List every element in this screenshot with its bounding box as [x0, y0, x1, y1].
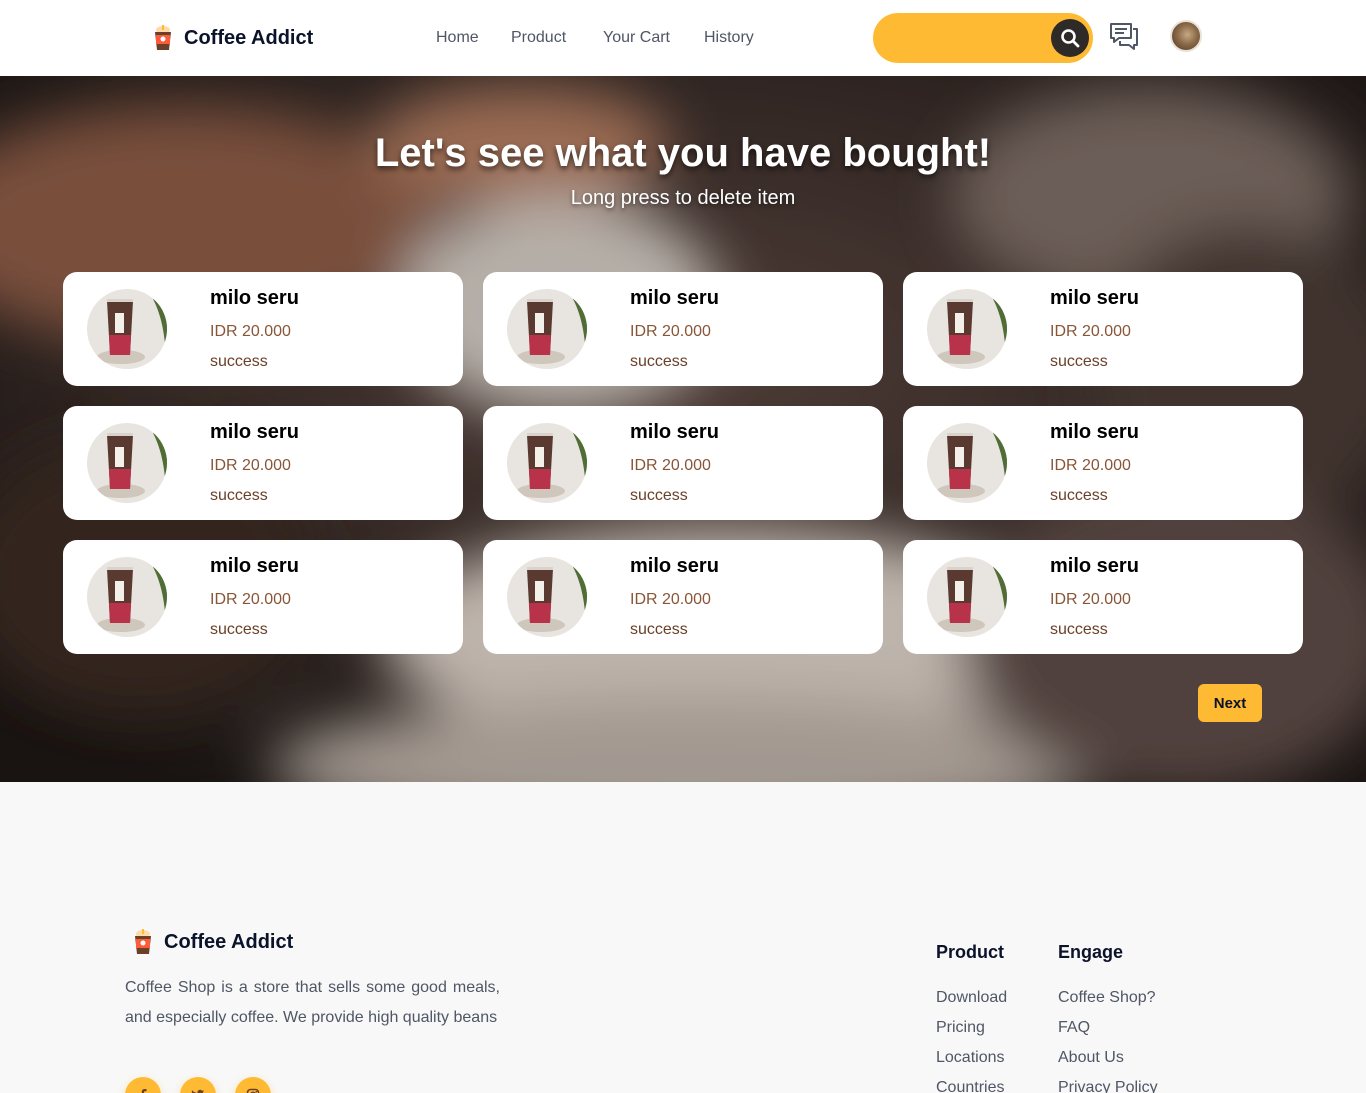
history-card[interactable]: milo seru IDR 20.000 success: [483, 272, 883, 386]
instagram-icon[interactable]: [235, 1077, 271, 1093]
page-title: Let's see what you have bought!: [374, 131, 992, 175]
product-image: [507, 289, 587, 369]
product-image: [87, 289, 167, 369]
order-status: success: [210, 621, 268, 638]
avatar[interactable]: [1170, 20, 1202, 52]
footer-link-faq[interactable]: FAQ: [1058, 1013, 1158, 1043]
product-price: IDR 20.000: [210, 323, 291, 340]
order-status: success: [1050, 353, 1108, 370]
product-name: milo seru: [210, 421, 299, 443]
footer-brand-name: Coffee Addict: [164, 930, 294, 953]
footer-description: Coffee Shop is a store that sells some g…: [125, 979, 500, 1026]
footer-column-title: Engage: [1058, 942, 1124, 962]
order-status: success: [630, 487, 688, 504]
order-status: success: [630, 621, 688, 638]
product-name: milo seru: [210, 287, 299, 309]
brand[interactable]: Coffee Addict: [150, 24, 313, 52]
product-image: [507, 557, 587, 637]
search-icon: [1061, 29, 1080, 48]
twitter-icon[interactable]: [180, 1077, 216, 1093]
footer-link-coffee-shop[interactable]: Coffee Shop?: [1058, 983, 1158, 1013]
footer-link-privacy-policy[interactable]: Privacy Policy: [1058, 1073, 1158, 1093]
footer-link-countries[interactable]: Countries: [936, 1073, 1007, 1093]
product-price: IDR 20.000: [630, 591, 711, 608]
nav-product[interactable]: Product: [511, 29, 566, 47]
coffee-cup-logo-icon: [155, 25, 171, 50]
footer-link-pricing[interactable]: Pricing: [936, 1013, 1007, 1043]
product-price: IDR 20.000: [630, 457, 711, 474]
order-status: success: [210, 353, 268, 370]
product-name: milo seru: [630, 555, 719, 577]
next-button[interactable]: Next: [1198, 684, 1262, 722]
order-status: success: [630, 353, 688, 370]
facebook-icon[interactable]: [125, 1077, 161, 1093]
product-image: [927, 423, 1007, 503]
product-name: milo seru: [630, 421, 719, 443]
social-links: [125, 1077, 271, 1093]
product-price: IDR 20.000: [1050, 457, 1131, 474]
product-image: [87, 423, 167, 503]
footer-brand[interactable]: Coffee Addict: [130, 928, 293, 956]
history-list: milo seru IDR 20.000 success milo seru IDR 2…: [63, 272, 1303, 654]
history-card[interactable]: milo seru IDR 20.000 success: [63, 272, 463, 386]
product-image: [927, 289, 1007, 369]
product-name: milo seru: [630, 287, 719, 309]
product-image: [507, 423, 587, 503]
history-card[interactable]: milo seru IDR 20.000 success: [903, 406, 1303, 520]
history-card[interactable]: milo seru IDR 20.000 success: [63, 406, 463, 520]
footer-column-title: Product: [936, 942, 1005, 962]
chat-icon[interactable]: [1107, 20, 1141, 54]
footer-column-engage: Engage Coffee Shop? FAQ About Us Privacy…: [1058, 942, 1158, 1093]
product-price: IDR 20.000: [1050, 323, 1131, 340]
order-status: success: [1050, 621, 1108, 638]
nav-history[interactable]: History: [704, 29, 754, 47]
history-card[interactable]: milo seru IDR 20.000 success: [483, 540, 883, 654]
coffee-cup-logo-icon: [135, 929, 151, 954]
footer-link-about-us[interactable]: About Us: [1058, 1043, 1158, 1073]
nav-your-cart[interactable]: Your Cart: [603, 29, 670, 47]
nav-home[interactable]: Home: [436, 29, 479, 47]
product-name: milo seru: [210, 555, 299, 577]
product-name: milo seru: [1050, 555, 1139, 577]
footer-link-locations[interactable]: Locations: [936, 1043, 1007, 1073]
product-name: milo seru: [1050, 287, 1139, 309]
footer-link-download[interactable]: Download: [936, 983, 1007, 1013]
product-image: [87, 557, 167, 637]
history-card[interactable]: milo seru IDR 20.000 success: [483, 406, 883, 520]
search-button[interactable]: [1051, 19, 1089, 57]
footer-column-product: Product Download Pricing Locations Count…: [936, 942, 1007, 1093]
product-price: IDR 20.000: [1050, 591, 1131, 608]
product-image: [927, 557, 1007, 637]
history-card[interactable]: milo seru IDR 20.000 success: [63, 540, 463, 654]
product-name: milo seru: [1050, 421, 1139, 443]
order-status: success: [1050, 487, 1108, 504]
navbar: Coffee Addict Home Product Your Cart His…: [0, 0, 1366, 76]
product-price: IDR 20.000: [210, 457, 291, 474]
product-price: IDR 20.000: [210, 591, 291, 608]
history-hero: Let's see what you have bought! Long pre…: [0, 76, 1366, 782]
page-subtitle: Long press to delete item: [570, 187, 796, 209]
brand-name: Coffee Addict: [184, 26, 314, 49]
history-card[interactable]: milo seru IDR 20.000 success: [903, 540, 1303, 654]
product-price: IDR 20.000: [630, 323, 711, 340]
footer: Coffee Addict Coffee Shop is a store tha…: [0, 782, 1366, 1093]
search-input[interactable]: [873, 13, 1093, 63]
history-card[interactable]: milo seru IDR 20.000 success: [903, 272, 1303, 386]
order-status: success: [210, 487, 268, 504]
